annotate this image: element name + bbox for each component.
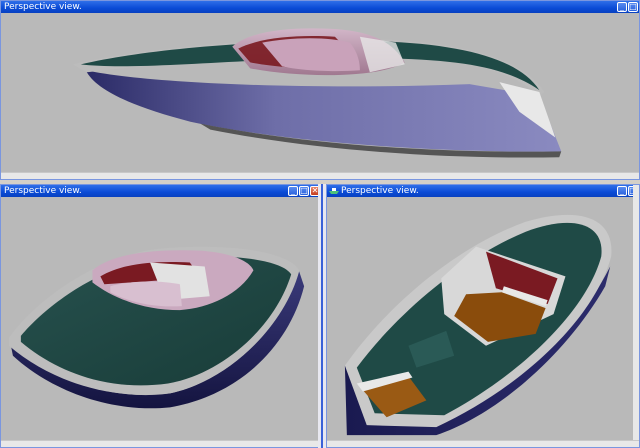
minimize-icon: _ [620,2,624,11]
horizontal-scrollbar[interactable] [1,172,639,179]
vertical-splitter[interactable] [318,184,326,448]
maximize-icon: □ [300,186,308,195]
minimize-button[interactable]: _ [617,2,627,12]
boat-model-render-top [72,28,562,158]
boat-app-icon [329,188,339,194]
vertical-scrollbar[interactable] [633,185,639,447]
boat-model-render-bottom-right [344,214,612,436]
viewport-title-bar[interactable]: Perspective view. _ □ [327,185,639,197]
viewport-canvas[interactable] [327,197,639,447]
viewport-canvas[interactable] [1,13,639,179]
viewport-window-bottom-right[interactable]: Perspective view. _ □ [326,184,640,448]
viewport-canvas[interactable] [1,197,321,447]
minimize-icon: _ [291,186,295,195]
maximize-button[interactable]: □ [628,2,638,12]
minimize-icon: _ [620,186,624,195]
maximize-icon: □ [629,2,637,11]
horizontal-scrollbar[interactable] [327,440,639,447]
viewport-title: Perspective view. [341,186,419,196]
minimize-button[interactable]: _ [617,186,627,196]
viewport-window-bottom-left[interactable]: Perspective view. _ □ ✕ [0,184,322,448]
horizontal-scrollbar[interactable] [1,440,321,447]
viewport-title-bar[interactable]: Perspective view. _ □ [1,1,639,13]
boat-model-render-bottom-left [8,246,305,409]
viewport-title: Perspective view. [4,2,82,12]
viewport-title-bar[interactable]: Perspective view. _ □ ✕ [1,185,321,197]
viewport-window-top[interactable]: Perspective view. _ □ [0,0,640,180]
viewport-title: Perspective view. [4,186,82,196]
minimize-button[interactable]: _ [288,186,298,196]
maximize-button[interactable]: □ [299,186,309,196]
